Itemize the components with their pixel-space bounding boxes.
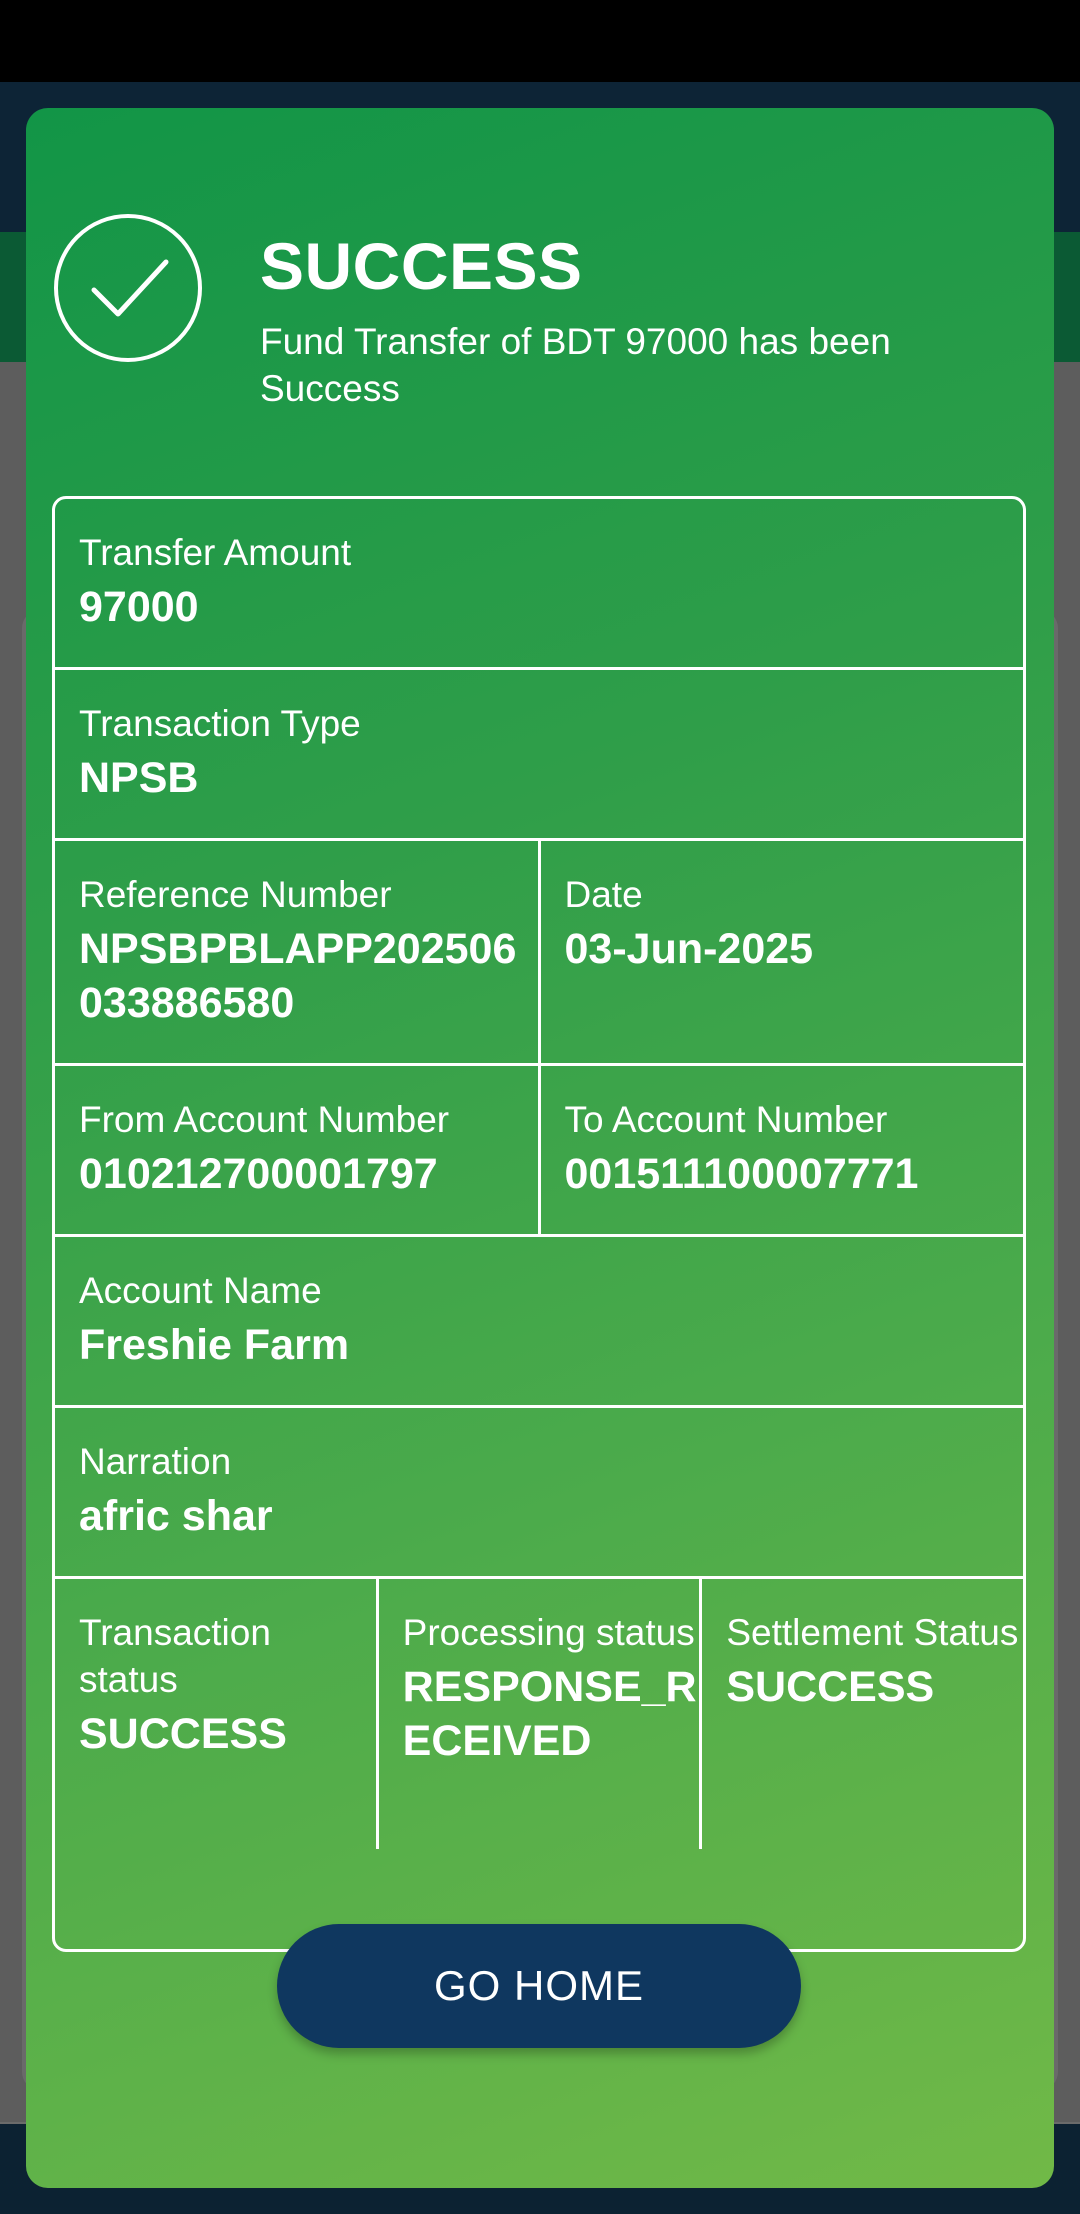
checkmark-icon bbox=[91, 259, 169, 317]
transaction-type-label: Transaction Type bbox=[79, 703, 361, 744]
go-home-button[interactable]: GO HOME bbox=[277, 1924, 801, 2048]
to-account-cell: To Account Number 001511100007771 bbox=[537, 1066, 1024, 1234]
details-row-accounts: From Account Number 010212700001797 To A… bbox=[55, 1066, 1023, 1237]
transfer-amount-value: 97000 bbox=[79, 583, 199, 631]
dialog-title: SUCCESS bbox=[260, 229, 583, 303]
details-row-reference-date: Reference Number NPSBPBLAPP2025060338865… bbox=[55, 841, 1023, 1066]
settlement-status-cell: Settlement Status SUCCESS bbox=[699, 1579, 1023, 1849]
date-value: 03-Jun-2025 bbox=[564, 925, 814, 973]
transaction-status-value: SUCCESS bbox=[79, 1710, 287, 1758]
transaction-status-cell: Transaction status SUCCESS bbox=[55, 1579, 376, 1849]
transaction-status-label: Transaction status bbox=[79, 1612, 271, 1700]
checkmark-circle-icon bbox=[54, 214, 202, 362]
processing-status-cell: Processing status RESPONSE_RECEIVED bbox=[375, 1579, 700, 1849]
date-label: Date bbox=[564, 874, 643, 915]
processing-status-label: Processing status bbox=[402, 1612, 695, 1653]
account-name-value: Freshie Farm bbox=[79, 1321, 350, 1369]
narration-value: afric shar bbox=[79, 1492, 273, 1540]
from-account-label: From Account Number bbox=[79, 1099, 450, 1140]
transfer-amount-label: Transfer Amount bbox=[79, 532, 352, 573]
narration-cell: Narration afric shar bbox=[55, 1408, 1023, 1576]
from-account-value: 010212700001797 bbox=[79, 1150, 438, 1198]
to-account-label: To Account Number bbox=[564, 1099, 888, 1140]
transaction-type-cell: Transaction Type NPSB bbox=[55, 670, 1023, 838]
account-name-cell: Account Name Freshie Farm bbox=[55, 1237, 1023, 1405]
processing-status-value: RESPONSE_RECEIVED bbox=[402, 1663, 697, 1765]
details-row-account-name: Account Name Freshie Farm bbox=[55, 1237, 1023, 1408]
details-row-transfer-amount: Transfer Amount 97000 bbox=[55, 499, 1023, 670]
narration-label: Narration bbox=[79, 1441, 232, 1482]
settlement-status-value: SUCCESS bbox=[726, 1663, 935, 1711]
transfer-success-dialog: SUCCESS Fund Transfer of BDT 97000 has b… bbox=[26, 108, 1054, 2188]
reference-number-cell: Reference Number NPSBPBLAPP2025060338865… bbox=[55, 841, 538, 1063]
reference-number-label: Reference Number bbox=[79, 874, 392, 915]
settlement-status-label: Settlement Status bbox=[726, 1612, 1019, 1653]
details-row-narration: Narration afric shar bbox=[55, 1408, 1023, 1579]
from-account-cell: From Account Number 010212700001797 bbox=[55, 1066, 538, 1234]
dialog-message: Fund Transfer of BDT 97000 has been Succ… bbox=[260, 321, 891, 409]
status-bar bbox=[0, 0, 1080, 82]
transaction-details-table: Transfer Amount 97000 Transaction Type N… bbox=[52, 496, 1026, 1952]
transaction-type-value: NPSB bbox=[79, 754, 199, 802]
details-row-statuses: Transaction status SUCCESS Processing st… bbox=[55, 1579, 1023, 1849]
date-cell: Date 03-Jun-2025 bbox=[537, 841, 1024, 1063]
reference-number-value: NPSBPBLAPP202506033886580 bbox=[79, 925, 517, 1027]
account-name-label: Account Name bbox=[79, 1270, 322, 1311]
details-row-transaction-type: Transaction Type NPSB bbox=[55, 670, 1023, 841]
to-account-value: 001511100007771 bbox=[564, 1150, 919, 1198]
transfer-amount-cell: Transfer Amount 97000 bbox=[55, 499, 1023, 667]
